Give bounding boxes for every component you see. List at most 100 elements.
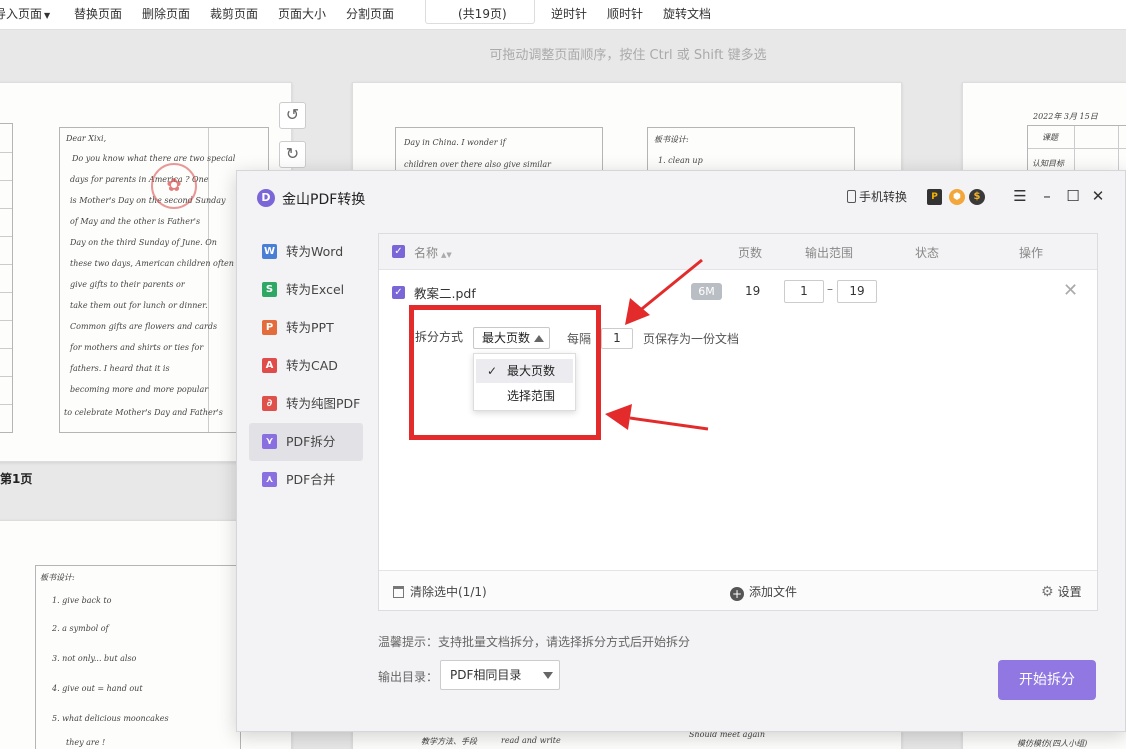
handwriting: 模仿模仿(四人小组) [1017, 739, 1088, 748]
rotate-cw-button[interactable]: 顺时针 [607, 5, 643, 22]
handwriting: 3. not only... but also [52, 654, 137, 663]
handwriting: 1. give back to [52, 596, 112, 605]
clear-selected-label: 清除选中(1/1) [410, 585, 487, 599]
vip-badge-icon[interactable]: P [927, 189, 942, 205]
sidebar-item-to-ppt[interactable]: P 转为PPT [249, 309, 363, 347]
file-list-header: ✓ 名称 ▲▼ 页数 输出范围 状态 操作 [379, 234, 1097, 270]
toolbar-delete-pages[interactable]: 删除页面 [142, 5, 190, 22]
coin-icon[interactable]: $ [969, 189, 985, 205]
handwriting: Do you know what there are two special [72, 154, 236, 163]
handwriting: 2. a symbol of [52, 624, 109, 633]
output-dir-select[interactable]: PDF相同目录 [440, 660, 560, 690]
sidebar-item-to-image-pdf[interactable]: ∂ 转为纯图PDF [249, 385, 363, 423]
chevron-down-icon [543, 672, 553, 679]
handwriting: 2022年 3月 15日 [1033, 112, 1098, 121]
toolbar-replace-pages[interactable]: 替换页面 [74, 5, 122, 22]
every-suffix-label: 页保存为一份文档 [643, 332, 740, 346]
dialog-title: 金山PDF转换 [282, 192, 366, 208]
page-thumbnail-2[interactable]: Day in China. I wonder if children over … [352, 82, 902, 182]
ppt-icon: P [262, 320, 277, 335]
handwriting: children over there also give similar [404, 160, 551, 169]
sidebar-label: PDF合并 [286, 472, 336, 487]
annotation-box [409, 305, 601, 440]
handwriting: to celebrate Mother's Day and Father's [64, 408, 223, 417]
toolbar-import-pages[interactable]: 导入页面 ▼ [0, 5, 50, 22]
sidebar-item-to-excel[interactable]: S 转为Excel [249, 271, 363, 309]
toolbar-page-size[interactable]: 页面大小 [278, 5, 326, 22]
close-icon[interactable]: ✕ [1088, 185, 1108, 207]
split-icon: ⋎ [262, 434, 277, 449]
page-4-sheet: 板书设计: 1. give back to 2. a symbol of 3. … [35, 565, 241, 749]
word-icon: W [262, 244, 277, 259]
page-thumbnail-3[interactable]: 2022年 3月 15日 课题 认知目标 [962, 82, 1126, 182]
rotate-ccw-button[interactable]: 逆时针 [551, 5, 587, 22]
every-n-pages-input[interactable]: 1 [601, 328, 633, 349]
output-dir-label: 输出目录： [378, 670, 439, 684]
file-checkbox[interactable]: ✓ [392, 286, 405, 299]
clear-selected-button[interactable]: 清除选中(1/1) [393, 583, 487, 600]
member-badge-icon[interactable]: ⬢ [949, 189, 965, 205]
start-split-button[interactable]: 开始拆分 [998, 660, 1096, 700]
column-status: 状态 [915, 246, 940, 260]
sidebar-item-to-cad[interactable]: A 转为CAD [249, 347, 363, 385]
drag-hint: 可拖动调整页面顺序，按住 Ctrl 或 Shift 键多选 [489, 48, 767, 63]
column-pages: 页数 [738, 246, 763, 260]
rotate-document-button[interactable]: 旋转文档 [663, 5, 711, 22]
handwriting: 5. what delicious mooncakes [52, 714, 169, 723]
table-fragment [0, 123, 13, 433]
convert-sidebar: W 转为Word S 转为Excel P 转为PPT A 转为CAD ∂ 转为纯图PDF … [249, 233, 363, 499]
handwriting: give gifts to their parents or [70, 280, 185, 289]
settings-label: 设置 [1057, 585, 1082, 599]
file-list-footer: 清除选中(1/1) + 添加文件 ⚙ 设置 [379, 570, 1097, 610]
sidebar-item-pdf-split[interactable]: ⋎ PDF拆分 [249, 423, 363, 461]
sidebar-label: 转为CAD [286, 358, 338, 373]
trash-icon [393, 586, 404, 598]
top-toolbar: 导入页面 ▼ 替换页面 删除页面 裁剪页面 页面大小 分割页面 (共19页) 逆时… [0, 0, 1126, 30]
output-dir-value: PDF相同目录 [450, 668, 522, 682]
red-stamp-icon: ✿ [151, 163, 197, 209]
file-page-count: 19 [745, 284, 761, 298]
page-count: (共19页) [458, 7, 507, 21]
handwriting: 板书设计: [40, 573, 75, 582]
toolbar-crop-pages[interactable]: 裁剪页面 [210, 5, 258, 22]
file-size-badge: 6M [691, 283, 722, 300]
menu-icon[interactable]: ☰ [1010, 185, 1030, 207]
sidebar-label: PDF拆分 [286, 434, 336, 449]
settings-button[interactable]: ⚙ 设置 [1041, 583, 1082, 600]
handwriting: 教学方法、手段 [421, 737, 477, 746]
handwriting: 1. clean up [658, 156, 703, 165]
cad-icon: A [262, 358, 277, 373]
rotate-left-icon[interactable]: ↺ [279, 102, 306, 129]
mobile-convert-button[interactable]: 手机转换 [847, 188, 907, 205]
toolbar-split-pages[interactable]: 分割页面 [346, 5, 394, 22]
handwriting: Common gifts are flowers and cards [70, 322, 218, 331]
minimize-icon[interactable]: – [1037, 185, 1057, 207]
sidebar-label: 转为Excel [286, 282, 345, 297]
sidebar-label: 转为纯图PDF [286, 396, 361, 411]
remove-file-icon[interactable]: ✕ [1063, 280, 1078, 301]
maximize-icon[interactable]: ☐ [1063, 185, 1083, 207]
excel-icon: S [262, 282, 277, 297]
page-label-1: 第1页 [0, 472, 33, 486]
column-name[interactable]: 名称 ▲▼ [414, 244, 452, 261]
sidebar-item-pdf-merge[interactable]: ⋏ PDF合并 [249, 461, 363, 499]
handwriting: becoming more and more popular [70, 385, 209, 394]
add-file-button[interactable]: + 添加文件 [730, 583, 797, 601]
select-all-checkbox[interactable]: ✓ [392, 245, 405, 258]
range-from-input[interactable]: 1 [784, 280, 824, 303]
handwriting: fathers. I heard that it is [70, 364, 170, 373]
handwriting: 认知目标 [1032, 159, 1064, 168]
rotate-right-icon[interactable]: ↻ [279, 141, 306, 168]
sidebar-label: 转为PPT [286, 320, 334, 335]
column-range: 输出范围 [805, 246, 854, 260]
handwriting: of May and the other is Father's [70, 217, 201, 226]
sidebar-item-to-word[interactable]: W 转为Word [249, 233, 363, 271]
handwriting: 板书设计: [654, 135, 689, 144]
handwriting: Day on the third Sunday of June. On [70, 238, 217, 247]
range-to-input[interactable]: 19 [837, 280, 877, 303]
tip-text: 温馨提示：支持批量文档拆分，请选择拆分方式后开始拆分 [378, 635, 691, 649]
app-logo-icon: D [257, 189, 275, 207]
sort-icon: ▲▼ [441, 251, 452, 259]
gear-icon: ⚙ [1041, 584, 1054, 600]
column-action: 操作 [1019, 246, 1044, 260]
